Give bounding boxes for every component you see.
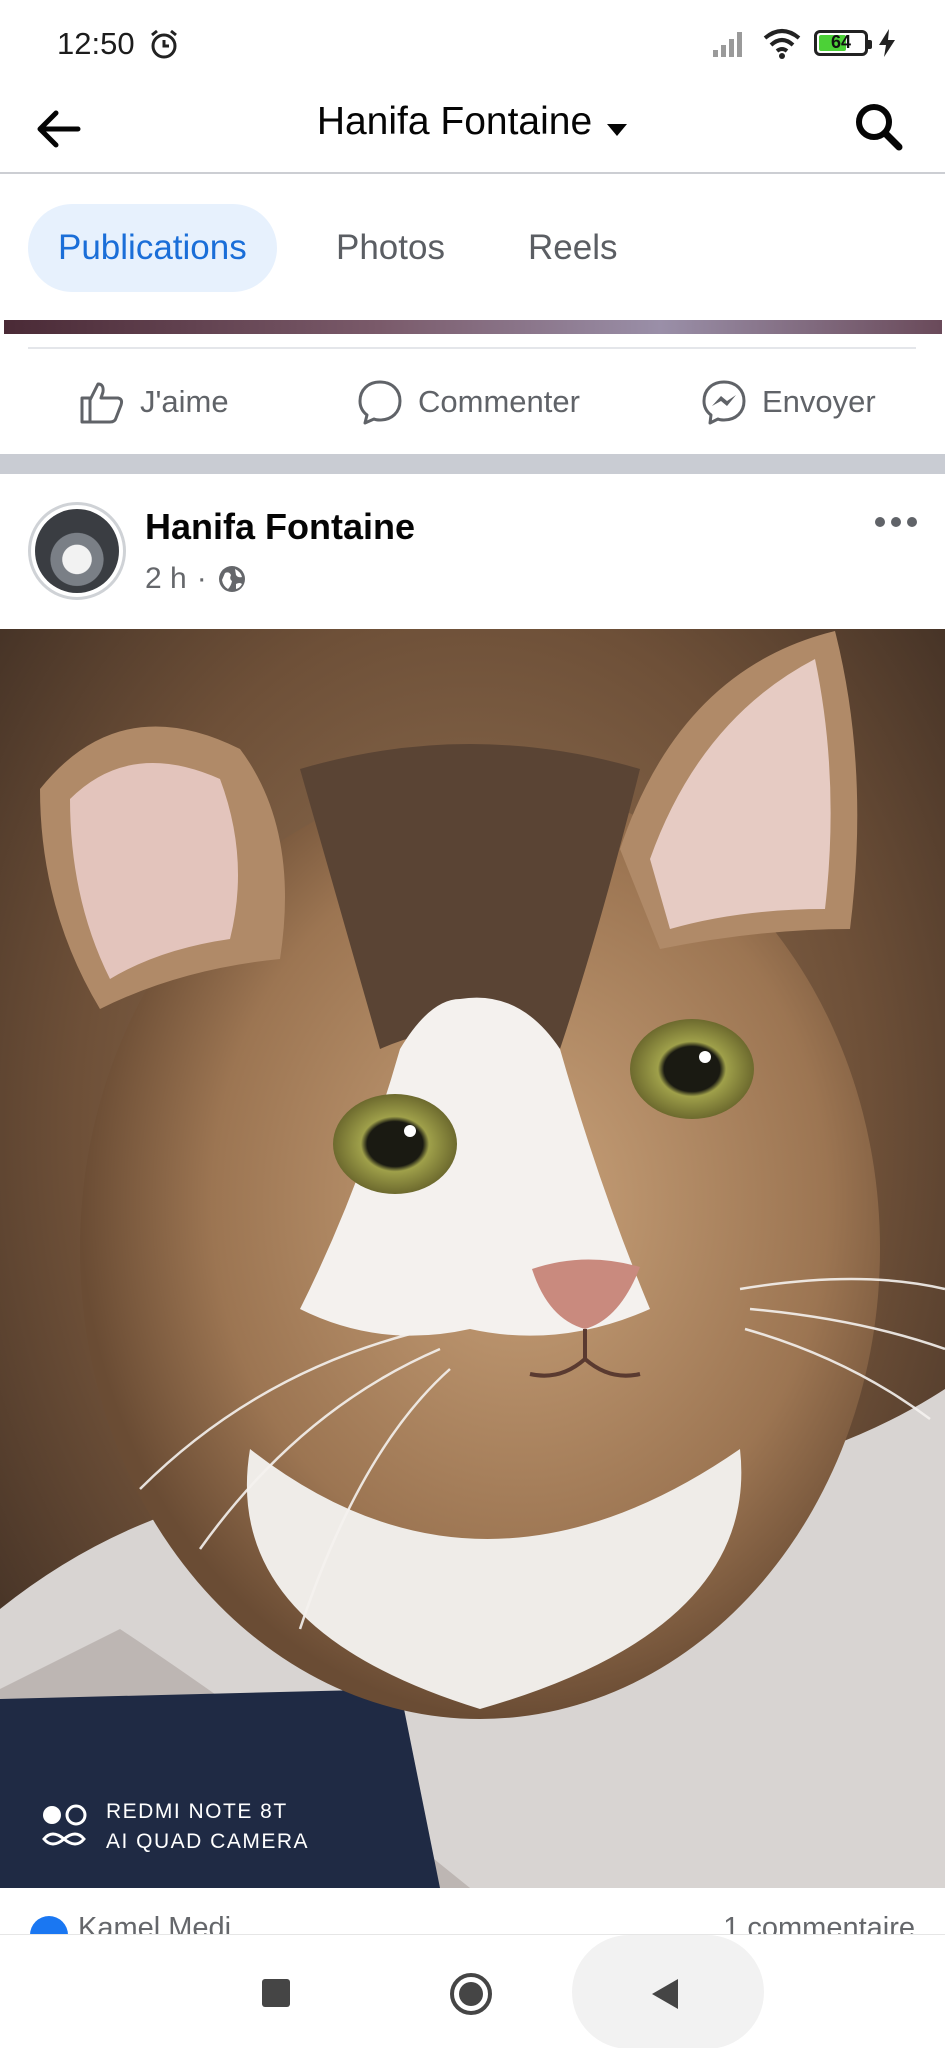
battery-level: 64 xyxy=(830,32,852,52)
globe-icon xyxy=(218,566,245,592)
home-icon[interactable] xyxy=(450,1973,492,2015)
tab-reels[interactable]: Reels xyxy=(498,204,647,292)
post-action-bar: J'aime Commenter Envoyer xyxy=(0,350,945,454)
avatar[interactable] xyxy=(28,502,126,600)
post-photo[interactable]: REDMI NOTE 8T AI QUAD CAMERA xyxy=(0,629,945,1888)
top-app-bar: Hanifa Fontaine xyxy=(0,86,945,174)
more-options-icon[interactable] xyxy=(874,514,918,530)
send-button[interactable]: Envoyer xyxy=(700,350,876,454)
thumbs-up-icon xyxy=(80,382,124,424)
alarm-icon xyxy=(151,29,177,59)
comment-bubble-icon xyxy=(358,380,402,425)
previous-post-image[interactable] xyxy=(4,320,942,334)
send-label: Envoyer xyxy=(762,384,876,419)
battery-icon: 64 xyxy=(814,30,872,56)
comment-label: Commenter xyxy=(418,384,580,419)
post-time[interactable]: 2 h xyxy=(145,562,187,596)
page-title: Hanifa Fontaine xyxy=(316,100,593,143)
profile-tabs: Publications Photos Reels xyxy=(0,176,945,326)
camera-watermark-logo-icon xyxy=(42,1804,87,1846)
like-label: J'aime xyxy=(140,384,229,419)
watermark-line2: AI QUAD CAMERA xyxy=(106,1830,310,1853)
charging-bolt-icon xyxy=(879,29,895,57)
tab-photos[interactable]: Photos xyxy=(306,204,475,292)
profile-switcher[interactable]: Hanifa Fontaine xyxy=(0,100,945,144)
status-time: 12:50 xyxy=(57,26,135,61)
status-bar: 12:50 64 xyxy=(0,0,945,86)
signal-icon xyxy=(713,32,742,57)
divider xyxy=(28,347,916,349)
comment-button[interactable]: Commenter xyxy=(356,350,580,454)
wifi-icon xyxy=(763,29,801,59)
post-header: Hanifa Fontaine 2 h · xyxy=(0,474,945,629)
system-navigation-bar xyxy=(0,1934,945,2048)
tab-publications[interactable]: Publications xyxy=(28,204,277,292)
post-meta: 2 h · xyxy=(145,562,247,596)
messenger-icon xyxy=(702,380,746,425)
camera-watermark: REDMI NOTE 8T AI QUAD CAMERA xyxy=(40,1797,309,1857)
comment-count[interactable]: 1 commentaire xyxy=(723,1912,915,1936)
meta-separator: · xyxy=(196,562,207,595)
like-reaction-icon xyxy=(30,1916,68,1936)
reaction-name: Kamel Medi xyxy=(78,1912,232,1936)
back-triangle-icon[interactable] xyxy=(650,1977,680,2011)
watermark-line1: REDMI NOTE 8T xyxy=(106,1800,288,1823)
cat-photo xyxy=(0,629,945,1888)
post-author[interactable]: Hanifa Fontaine xyxy=(145,506,415,548)
reaction-summary[interactable]: Kamel Medi 1 commentaire xyxy=(0,1888,945,1936)
caret-down-icon xyxy=(607,123,628,136)
like-button[interactable]: J'aime xyxy=(78,350,229,454)
feed-separator xyxy=(0,454,945,474)
search-icon[interactable] xyxy=(850,98,906,154)
recent-apps-icon[interactable] xyxy=(262,1979,290,2007)
